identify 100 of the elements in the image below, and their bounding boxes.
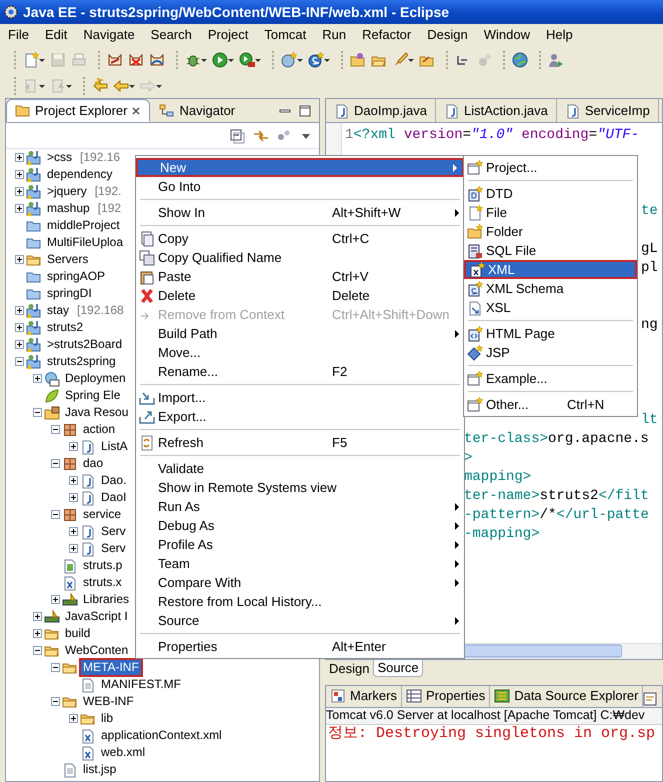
menu-item[interactable]: Show in Remote Systems view [136, 478, 464, 497]
collapse-icon[interactable] [50, 663, 60, 672]
tree-item[interactable]: >jquery [45, 184, 89, 199]
expand-icon[interactable] [14, 153, 24, 162]
menu-bar-item[interactable]: File [0, 27, 37, 43]
menu-item[interactable]: DTD [464, 184, 637, 203]
tree-item[interactable]: springAOP [45, 269, 108, 284]
panel-tab[interactable]: Project Explorer [6, 99, 150, 122]
expand-icon[interactable] [32, 374, 42, 383]
dropdown-arrow-icon[interactable] [255, 58, 261, 62]
menu-item[interactable]: XML Schema [464, 279, 637, 298]
open-folder-icon[interactable] [350, 52, 366, 68]
editor-tab[interactable]: ListAction.java [436, 99, 557, 122]
menu-item[interactable]: JSP [464, 343, 637, 362]
menu-item[interactable]: File [464, 203, 637, 222]
panel-tab[interactable]: Properties [402, 686, 490, 707]
tree-item[interactable]: web.xml [99, 745, 148, 760]
run-tool-icon[interactable] [239, 52, 255, 68]
expand-icon[interactable] [68, 544, 78, 553]
new-server-icon[interactable] [281, 52, 297, 68]
tree-item[interactable]: struts.x [81, 575, 124, 590]
dropdown-arrow-icon[interactable] [408, 58, 414, 62]
dropdown-arrow-icon[interactable] [297, 58, 303, 62]
tree-item[interactable]: Spring Ele [63, 388, 122, 403]
tree-item[interactable]: MultiFileUploa [45, 235, 126, 250]
expand-icon[interactable] [68, 476, 78, 485]
menu-item[interactable]: Build Path [136, 324, 464, 343]
expand-icon[interactable] [14, 306, 24, 315]
menu-item[interactable]: HTML Page [464, 324, 637, 343]
expand-icon[interactable] [14, 340, 24, 349]
tree-item[interactable]: Dao. [99, 473, 128, 488]
maximize-icon[interactable] [299, 104, 311, 116]
collapse-icon[interactable] [32, 408, 42, 417]
tree-item[interactable]: lib [99, 711, 116, 726]
tree-item[interactable]: DaoI [99, 490, 128, 505]
menu-bar-item[interactable]: Refactor [354, 27, 420, 43]
menu-bar-item[interactable]: Tomcat [256, 27, 314, 43]
expand-icon[interactable] [68, 714, 78, 723]
tree-item[interactable]: dependency [45, 167, 114, 182]
globe-icon[interactable] [512, 52, 528, 68]
tree-item[interactable]: mashup [45, 201, 92, 216]
close-icon[interactable] [131, 106, 142, 116]
menu-item[interactable]: Project... [464, 158, 637, 177]
link-icon[interactable] [253, 128, 269, 144]
dropdown-arrow-icon[interactable] [228, 58, 234, 62]
tree-item[interactable]: service [81, 507, 124, 522]
menu-item[interactable]: Debug As [136, 516, 464, 535]
tree-item[interactable]: ListA [99, 439, 130, 454]
menu-item[interactable]: Paste Ctrl+V [136, 267, 464, 286]
tree-item[interactable]: struts.p [81, 558, 124, 573]
tree-item[interactable]: Servers [45, 252, 90, 267]
dropdown-arrow-icon[interactable] [201, 58, 207, 62]
menu-item[interactable]: SQL File [464, 241, 637, 260]
tree-item[interactable]: Deploymen [63, 371, 128, 386]
tree-item[interactable]: struts2 [45, 320, 86, 335]
expand-icon[interactable] [68, 442, 78, 451]
tree-item[interactable]: action [81, 422, 118, 437]
expand-icon[interactable] [14, 255, 24, 264]
collapse-icon[interactable] [32, 646, 42, 655]
menu-item[interactable]: Copy Ctrl+C [136, 229, 464, 248]
dropdown-arrow-icon[interactable] [129, 84, 135, 88]
menu-item[interactable]: Profile As [136, 535, 464, 554]
menu-item[interactable]: Refresh F5 [136, 433, 464, 452]
panel-tab[interactable]: Data Source Explorer [490, 686, 644, 707]
tree-item[interactable]: dao [81, 456, 106, 471]
brush-icon[interactable] [392, 52, 408, 68]
user-run-icon[interactable] [548, 52, 564, 68]
menu-item[interactable]: Go Into [136, 177, 464, 196]
menu-bar-item[interactable]: Project [200, 27, 256, 43]
tree-item[interactable]: MANIFEST.MF [99, 677, 183, 692]
menu-item[interactable]: Import... [136, 388, 464, 407]
tree-item[interactable]: Libraries [81, 592, 132, 607]
collapse-icon[interactable] [50, 697, 60, 706]
tree-item[interactable]: struts2spring [45, 354, 118, 369]
panel-tab[interactable]: Markers [326, 686, 402, 707]
last-edit-icon[interactable] [92, 78, 108, 94]
expand-icon[interactable] [68, 527, 78, 536]
expand-icon[interactable] [32, 612, 42, 621]
editor-view-tab[interactable]: Source [373, 660, 423, 677]
tree-item[interactable]: build [63, 626, 92, 641]
expand-icon[interactable] [68, 493, 78, 502]
dropdown-arrow-icon[interactable] [324, 58, 330, 62]
tree-item[interactable]: Serv [99, 541, 128, 556]
tree-item[interactable]: Java Resou [63, 405, 130, 420]
dropdown-arrow-icon[interactable] [66, 84, 72, 88]
collapse-icon[interactable] [50, 425, 60, 434]
menu-item[interactable]: Team [136, 554, 464, 573]
menu-bar-item[interactable]: Help [538, 27, 581, 43]
cat-icon[interactable] [107, 52, 123, 68]
menu-bar-item[interactable]: Search [142, 27, 200, 43]
tree-item[interactable]: springDI [45, 286, 94, 301]
menu-bar-item[interactable]: Run [314, 27, 354, 43]
menu-bar-item[interactable]: Window [476, 27, 538, 43]
menu-bar-item[interactable]: Navigate [75, 27, 143, 43]
menu-item[interactable]: Properties Alt+Enter [136, 637, 464, 656]
tree-item[interactable]: WEB-INF [81, 694, 136, 709]
tree-item[interactable]: >struts2Board [45, 337, 124, 352]
expand-icon[interactable] [14, 323, 24, 332]
tree-item[interactable]: JavaScript I [63, 609, 130, 624]
menu-bar-item[interactable]: Design [419, 27, 476, 43]
